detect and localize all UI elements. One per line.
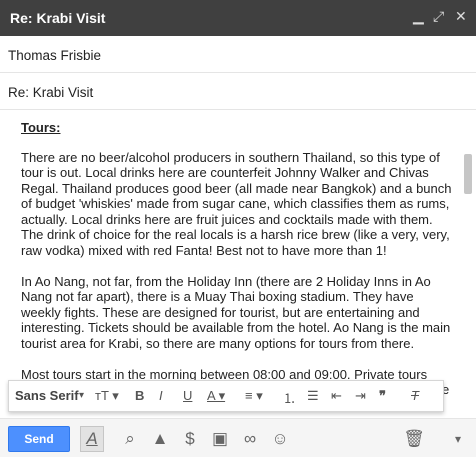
minimize-icon[interactable]: ▁ bbox=[413, 8, 424, 25]
money-icon[interactable]: $ bbox=[178, 427, 202, 451]
compose-titlebar: Re: Krabi Visit ▁ ⤢ ✕ bbox=[0, 0, 476, 36]
photo-icon[interactable]: ▣ bbox=[208, 427, 232, 451]
text-size-icon[interactable]: ᴛT ▾ bbox=[95, 388, 119, 404]
font-select[interactable]: Sans Serif bbox=[15, 388, 79, 403]
send-button[interactable]: Send bbox=[8, 426, 70, 452]
message-content[interactable]: Tours: There are no beer/alcohol produce… bbox=[21, 120, 454, 418]
scrollbar-thumb[interactable] bbox=[464, 154, 472, 194]
bold-icon[interactable]: B bbox=[135, 388, 144, 403]
quote-icon[interactable]: ❞ bbox=[379, 388, 386, 404]
formatting-options-icon[interactable]: A bbox=[80, 426, 104, 452]
indent-more-icon[interactable]: ⇥ bbox=[355, 388, 366, 404]
trash-icon[interactable]: 🗑 bbox=[402, 427, 426, 451]
recipient-chip[interactable]: Thomas Frisbie bbox=[8, 48, 101, 63]
close-icon[interactable]: ✕ bbox=[455, 8, 467, 25]
indent-less-icon[interactable]: ⇤ bbox=[331, 388, 342, 404]
body-paragraph: There are no beer/alcohol producers in s… bbox=[21, 149, 452, 258]
window-title: Re: Krabi Visit bbox=[10, 10, 106, 26]
expand-icon[interactable]: ⤢ bbox=[433, 8, 444, 25]
font-dropdown-icon[interactable]: ▾ bbox=[79, 390, 84, 401]
underline-icon[interactable]: U bbox=[183, 388, 192, 403]
bulleted-list-icon[interactable]: ☰ bbox=[307, 388, 319, 404]
italic-icon[interactable]: I bbox=[159, 388, 163, 403]
emoji-icon[interactable]: ☺ bbox=[268, 427, 292, 451]
message-body[interactable]: Tours: There are no beer/alcohol produce… bbox=[0, 110, 476, 418]
numbered-list-icon[interactable]: ⒈ bbox=[283, 388, 296, 407]
subject-text[interactable]: Re: Krabi Visit bbox=[8, 85, 93, 100]
body-paragraph: In Ao Nang, not far, from the Holiday In… bbox=[21, 273, 451, 351]
text-color-icon[interactable]: A ▾ bbox=[207, 388, 225, 404]
attach-icon[interactable]: ⌕ bbox=[118, 427, 142, 451]
more-options-icon[interactable]: ▾ bbox=[446, 427, 470, 451]
formatting-toolbar: Sans Serif ▾ ᴛT ▾ B I U A ▾ ≡ ▾ ⒈ ☰ ⇤ ⇥ … bbox=[8, 380, 444, 412]
align-icon[interactable]: ≡ ▾ bbox=[245, 388, 263, 404]
section-heading: Tours: bbox=[21, 120, 61, 135]
recipients-field[interactable]: Thomas Frisbie bbox=[0, 36, 476, 73]
drive-icon[interactable]: ▲ bbox=[148, 427, 172, 451]
subject-field[interactable]: Re: Krabi Visit bbox=[0, 73, 476, 110]
link-icon[interactable]: ∞ bbox=[238, 427, 262, 451]
compose-action-bar: Send A ⌕ ▲ $ ▣ ∞ ☺ 🗑 ▾ bbox=[0, 418, 476, 457]
remove-formatting-icon[interactable]: T bbox=[411, 388, 419, 403]
